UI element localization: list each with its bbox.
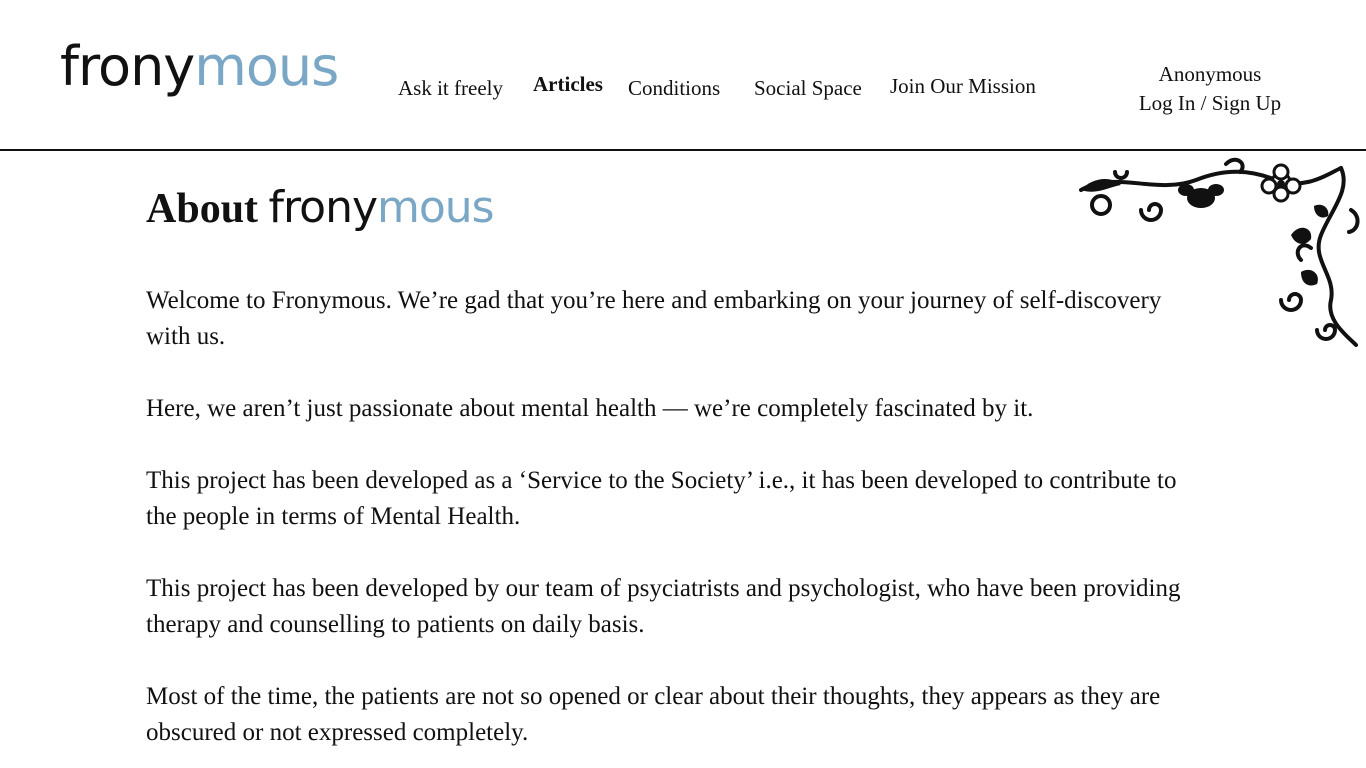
about-section: About fronymous Welcome to Fronymous. We… bbox=[146, 178, 1206, 751]
nav-item-ask-it-freely[interactable]: Ask it freely bbox=[398, 76, 503, 101]
nav-item-articles[interactable]: Articles bbox=[533, 72, 603, 97]
nav-item-social-space[interactable]: Social Space bbox=[754, 76, 862, 101]
title-logo-accent: mous bbox=[377, 182, 495, 233]
paragraph-service: This project has been developed as a ‘Se… bbox=[146, 467, 1177, 530]
paragraph-team: This project has been developed by our t… bbox=[146, 575, 1181, 638]
paragraph-welcome: Welcome to Fronymous. We’re gad that you… bbox=[146, 287, 1162, 350]
site-header: fronymous Ask it freely Articles Conditi… bbox=[0, 0, 1366, 151]
page-title: About fronymous bbox=[146, 178, 1206, 239]
paragraph-passion: Here, we aren’t just passionate about me… bbox=[146, 395, 1034, 422]
title-prefix: About bbox=[146, 186, 259, 232]
paragraph-patients: Most of the time, the patients are not s… bbox=[146, 683, 1161, 746]
nav-item-conditions[interactable]: Conditions bbox=[628, 76, 720, 101]
title-logo: fronymous bbox=[268, 182, 495, 233]
user-panel: Anonymous Log In / Sign Up bbox=[1110, 60, 1310, 118]
nav-item-join-our-mission[interactable]: Join Our Mission bbox=[890, 74, 1036, 99]
login-signup-link[interactable]: Log In / Sign Up bbox=[1110, 89, 1310, 118]
user-name: Anonymous bbox=[1158, 62, 1262, 86]
title-logo-dark: frony bbox=[268, 182, 378, 233]
